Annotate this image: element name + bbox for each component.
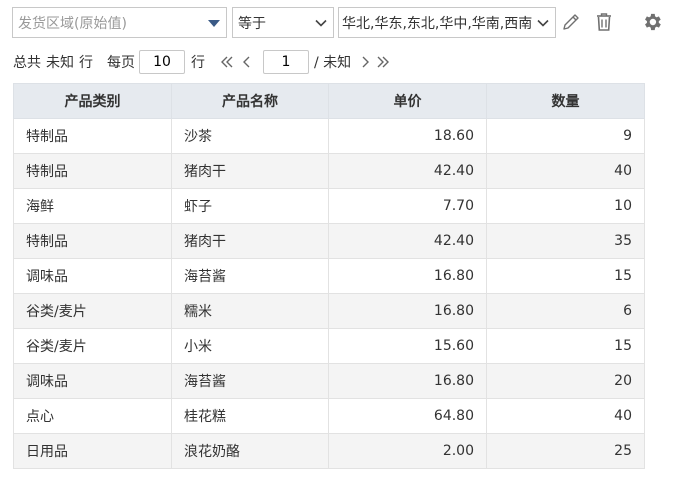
table-row: 海鲜 虾子 7.70 10 <box>13 188 645 224</box>
quantity-cell: 10 <box>486 188 645 224</box>
table-row: 调味品 海苔酱 16.80 15 <box>13 258 645 294</box>
product-cell: 沙茶 <box>171 118 329 154</box>
total-label: 总共 <box>13 55 41 71</box>
column-header[interactable]: 产品类别 <box>13 83 172 119</box>
per-page-unit: 行 <box>191 55 205 71</box>
category-cell: 点心 <box>13 398 172 434</box>
quantity-cell: 40 <box>486 153 645 189</box>
table-header-row: 产品类别 产品名称 单价 数量 <box>13 83 645 119</box>
settings-button[interactable] <box>641 11 663 33</box>
product-cell: 小米 <box>171 328 329 364</box>
quantity-cell: 20 <box>486 363 645 399</box>
left-icon <box>243 56 250 68</box>
column-header[interactable]: 单价 <box>328 83 487 119</box>
product-cell: 海苔酱 <box>171 363 329 399</box>
next-page-button[interactable] <box>357 54 373 70</box>
category-cell: 谷类/麦片 <box>13 328 172 364</box>
filter-values-value: 华北,华东,东北,华中,华南,西南 <box>342 15 533 32</box>
category-cell: 特制品 <box>13 153 172 189</box>
price-cell: 15.60 <box>328 328 487 364</box>
table-row: 调味品 海苔酱 16.80 20 <box>13 363 645 399</box>
column-header[interactable]: 数量 <box>486 83 645 119</box>
data-table: 产品类别 产品名称 单价 数量 特制品 沙茶 18.60 9 特制品 猪肉干 42.40 4… <box>13 83 645 469</box>
product-cell: 浪花奶酪 <box>171 433 329 469</box>
filter-operator-select[interactable]: 等于 <box>232 7 334 38</box>
table-row: 谷类/麦片 糯米 16.80 6 <box>13 293 645 329</box>
category-cell: 谷类/麦片 <box>13 293 172 329</box>
price-cell: 42.40 <box>328 223 487 259</box>
filter-field-select[interactable]: 发货区域(原始值) <box>12 7 227 38</box>
delete-button[interactable] <box>593 11 615 33</box>
per-page-input[interactable] <box>139 50 185 74</box>
product-cell: 猪肉干 <box>171 223 329 259</box>
quantity-cell: 9 <box>486 118 645 154</box>
pencil-icon <box>563 14 579 30</box>
product-cell: 虾子 <box>171 188 329 224</box>
filter-bar: 发货区域(原始值) 等于 华北,华东,东北,华中,华南,西南 <box>12 7 672 38</box>
table-row: 日用品 浪花奶酪 2.00 25 <box>13 433 645 469</box>
gear-icon <box>645 13 661 31</box>
first-page-button[interactable] <box>219 54 235 70</box>
product-cell: 桂花糕 <box>171 398 329 434</box>
category-cell: 海鲜 <box>13 188 172 224</box>
price-cell: 16.80 <box>328 363 487 399</box>
trash-icon <box>597 13 611 31</box>
category-cell: 调味品 <box>13 363 172 399</box>
product-cell: 猪肉干 <box>171 153 329 189</box>
product-cell: 海苔酱 <box>171 258 329 294</box>
table-row: 特制品 沙茶 18.60 9 <box>13 118 645 154</box>
chevron-down-icon <box>536 16 550 30</box>
table-row: 特制品 猪肉干 42.40 40 <box>13 153 645 189</box>
column-header[interactable]: 产品名称 <box>171 83 329 119</box>
quantity-cell: 40 <box>486 398 645 434</box>
price-cell: 16.80 <box>328 293 487 329</box>
last-page-button[interactable] <box>375 54 391 70</box>
table-row: 点心 桂花糕 64.80 40 <box>13 398 645 434</box>
per-page-label: 每页 <box>107 55 135 71</box>
category-cell: 特制品 <box>13 118 172 154</box>
price-cell: 16.80 <box>328 258 487 294</box>
quantity-cell: 15 <box>486 258 645 294</box>
filter-values-select[interactable]: 华北,华东,东北,华中,华南,西南 <box>338 7 556 38</box>
current-page-input[interactable] <box>263 50 309 74</box>
right-icon <box>362 56 370 68</box>
price-cell: 7.70 <box>328 188 487 224</box>
chevron-down-icon <box>315 19 327 27</box>
prev-page-button[interactable] <box>239 54 255 70</box>
filter-field-placeholder: 发货区域(原始值) <box>18 15 127 32</box>
quantity-cell: 25 <box>486 433 645 469</box>
table-row: 谷类/麦片 小米 15.60 15 <box>13 328 645 364</box>
page-total: / 未知 <box>314 55 352 71</box>
quantity-cell: 35 <box>486 223 645 259</box>
pager: 总共 未知 行 每页 行 / 未知 <box>13 49 391 75</box>
quantity-cell: 6 <box>486 293 645 329</box>
category-cell: 调味品 <box>13 258 172 294</box>
table-row: 特制品 猪肉干 42.40 35 <box>13 223 645 259</box>
category-cell: 特制品 <box>13 223 172 259</box>
quantity-cell: 15 <box>486 328 645 364</box>
price-cell: 18.60 <box>328 118 487 154</box>
product-cell: 糯米 <box>171 293 329 329</box>
double-left-icon <box>221 56 233 68</box>
total-unit: 行 <box>79 55 93 71</box>
double-right-icon <box>377 56 390 68</box>
edit-button[interactable] <box>560 11 582 33</box>
price-cell: 42.40 <box>328 153 487 189</box>
price-cell: 2.00 <box>328 433 487 469</box>
total-value: 未知 <box>46 55 74 71</box>
caret-down-icon <box>208 20 220 27</box>
category-cell: 日用品 <box>13 433 172 469</box>
price-cell: 64.80 <box>328 398 487 434</box>
